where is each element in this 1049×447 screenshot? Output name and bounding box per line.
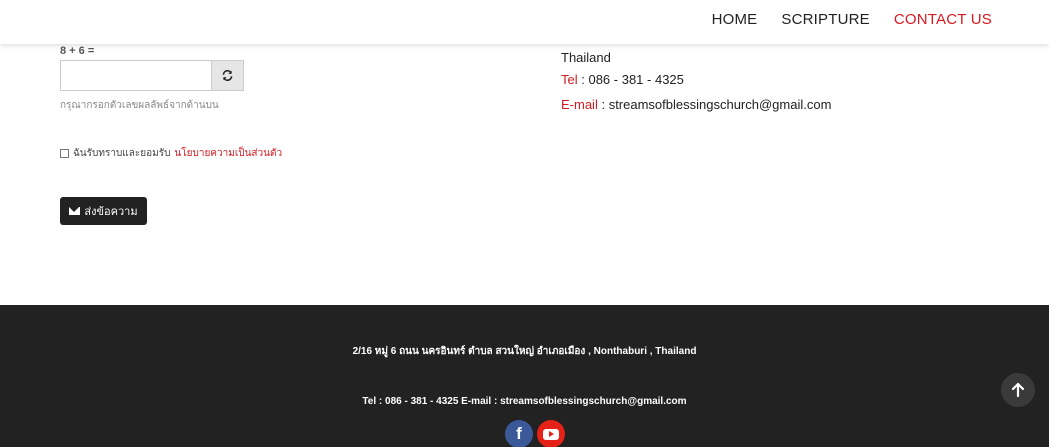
send-message-button[interactable]: ส่งข้อความ	[60, 197, 147, 225]
tel-value: : 086 - 381 - 4325	[581, 72, 684, 87]
tel-label: Tel	[561, 72, 578, 87]
consent-checkbox[interactable]	[60, 149, 69, 158]
consent-text: ฉันรับทราบและยอมรับ	[73, 148, 171, 159]
contact-country: Thailand	[561, 50, 611, 65]
privacy-policy-link[interactable]: นโยบายความเป็นส่วนตัว	[174, 146, 282, 161]
facebook-icon[interactable]: f	[505, 420, 533, 447]
page: HOME SCRIPTURE CONTACT US 8 + 6 = กรุณาก…	[0, 0, 1049, 447]
scroll-to-top-button[interactable]	[1001, 373, 1035, 407]
email-label: E-mail	[561, 97, 598, 112]
email-value: : streamsofblessingschurch@gmail.com	[601, 97, 832, 112]
youtube-icon[interactable]	[537, 420, 565, 447]
captcha-hint: กรุณากรอกตัวเลขผลลัพธ์จากด้านบน	[60, 100, 219, 111]
arrow-up-icon	[1011, 382, 1025, 398]
footer-address: 2/16 หมู่ 6 ถนน นครอินทร์ ตำบล สวนใหญ่ อ…	[352, 346, 697, 357]
social-links: f	[505, 420, 565, 447]
captcha-refresh-button[interactable]	[211, 60, 244, 91]
contact-tel: Tel : 086 - 381 - 4325	[561, 72, 684, 87]
privacy-consent: ฉันรับทราบและยอมรับ นโยบายความเป็นส่วนตั…	[60, 146, 282, 161]
send-button-label: ส่งข้อความ	[84, 206, 138, 218]
footer: 2/16 หมู่ 6 ถนน นครอินทร์ ตำบล สวนใหญ่ อ…	[0, 305, 1049, 447]
captcha-input[interactable]	[60, 60, 211, 91]
contact-email: E-mail : streamsofblessingschurch@gmail.…	[561, 97, 831, 112]
captcha-question: 8 + 6 =	[60, 45, 95, 57]
nav-contact-us[interactable]: CONTACT US	[894, 11, 992, 28]
nav-home[interactable]: HOME	[712, 11, 758, 28]
refresh-icon	[222, 69, 233, 82]
nav-menu: HOME SCRIPTURE CONTACT US	[712, 11, 992, 28]
captcha-group	[60, 60, 244, 91]
nav-scripture[interactable]: SCRIPTURE	[781, 11, 869, 28]
footer-contact: Tel : 086 - 381 - 4325 E-mail : streamso…	[362, 396, 687, 407]
envelope-icon	[69, 207, 81, 215]
top-navbar: HOME SCRIPTURE CONTACT US	[0, 0, 1049, 44]
